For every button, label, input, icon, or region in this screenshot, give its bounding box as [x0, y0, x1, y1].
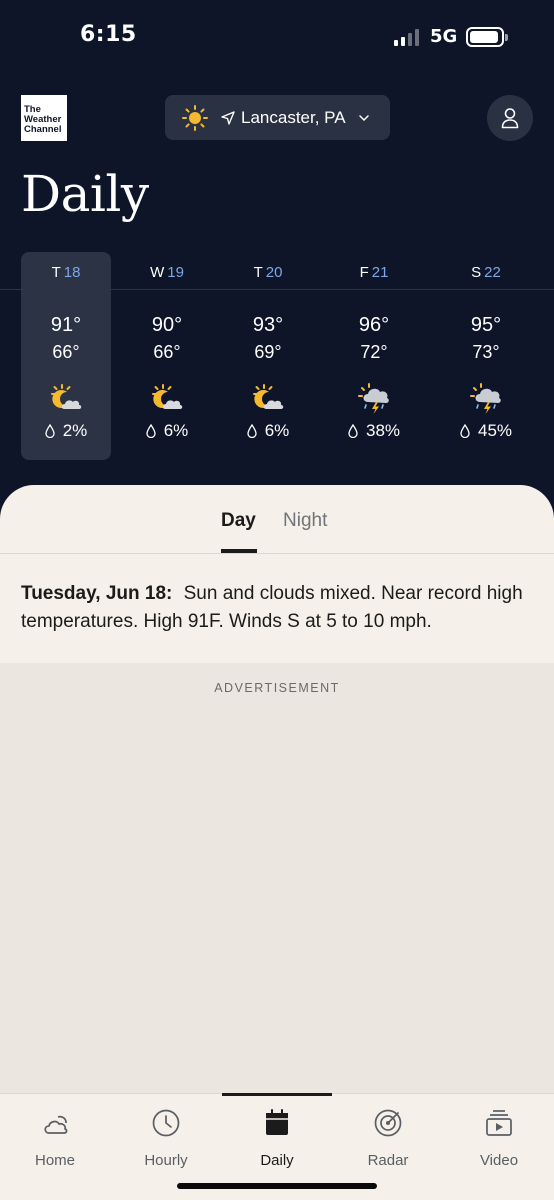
- high-temp: 90°: [151, 314, 183, 336]
- partly-cloudy-night-icon: [21, 382, 111, 416]
- detail-sheet: Day Night Tuesday, Jun 18: Sun and cloud…: [0, 485, 554, 663]
- ad-label: ADVERTISEMENT: [214, 681, 340, 695]
- status-bar: 6:15 5G: [0, 0, 554, 80]
- nav-video[interactable]: Video: [444, 1094, 554, 1184]
- calendar-icon: [222, 1108, 332, 1140]
- advertisement-area: ADVERTISEMENT: [0, 663, 554, 1093]
- nav-hourly[interactable]: Hourly: [111, 1094, 221, 1184]
- nav-home[interactable]: Home: [0, 1094, 110, 1184]
- raindrop-icon: [460, 424, 470, 438]
- high-temp: 93°: [252, 314, 284, 336]
- low-temp: 66°: [52, 342, 80, 362]
- network-type: 5G: [430, 26, 458, 47]
- location-arrow-icon: [221, 110, 235, 125]
- forecast-date: Tuesday, Jun 18:: [21, 583, 173, 604]
- user-icon: [501, 108, 519, 129]
- tab-night[interactable]: Night: [283, 510, 327, 532]
- cloud-moon-icon: [0, 1108, 110, 1140]
- high-temp: 95°: [470, 314, 502, 336]
- day-label: T 18: [51, 264, 81, 281]
- high-temp: 96°: [358, 314, 390, 336]
- location-name: Lancaster, PA: [241, 107, 346, 127]
- profile-button[interactable]: [487, 95, 533, 141]
- daily-strip: T 18 91° 66° 2% W 19 90° 66° 6% T 20 93°…: [0, 252, 554, 460]
- weather-channel-logo[interactable]: The Weather Channel: [21, 95, 67, 141]
- tab-day[interactable]: Day: [221, 510, 256, 532]
- thunderstorm-icon: [329, 382, 419, 416]
- day-label: F 21: [359, 264, 389, 281]
- nav-label: Daily: [260, 1152, 294, 1169]
- nav-label: Radar: [367, 1152, 409, 1169]
- home-indicator: [177, 1183, 377, 1189]
- day-column[interactable]: S 22 95° 73° 45%: [441, 252, 531, 460]
- nav-label: Home: [34, 1152, 75, 1169]
- raindrop-icon: [146, 424, 156, 438]
- raindrop-icon: [45, 424, 55, 438]
- day-label: W 19: [150, 264, 184, 281]
- page-title: Daily: [21, 165, 149, 223]
- precip-chance: 2%: [21, 421, 111, 441]
- status-time: 6:15: [80, 22, 137, 47]
- signal-icon: [394, 28, 419, 46]
- sun-icon: [182, 104, 208, 131]
- partly-cloudy-night-icon: [122, 382, 212, 416]
- high-temp: 91°: [50, 314, 82, 336]
- precip-chance: 6%: [122, 421, 212, 441]
- day-column[interactable]: W 19 90° 66° 6%: [122, 252, 212, 460]
- precip-chance: 38%: [329, 421, 419, 441]
- day-night-tabs: Day Night: [0, 485, 554, 554]
- forecast-narrative: Tuesday, Jun 18: Sun and clouds mixed. N…: [21, 580, 536, 636]
- day-label: S 22: [471, 264, 501, 281]
- nav-label: Video: [479, 1152, 519, 1169]
- low-temp: 73°: [472, 342, 500, 362]
- low-temp: 66°: [153, 342, 181, 362]
- nav-label: Hourly: [144, 1152, 188, 1169]
- chevron-down-icon: [358, 114, 369, 121]
- video-icon: [444, 1108, 554, 1140]
- partly-cloudy-night-icon: [223, 382, 313, 416]
- low-temp: 69°: [254, 342, 282, 362]
- day-column[interactable]: T 20 93° 69° 6%: [223, 252, 313, 460]
- precip-chance: 6%: [223, 421, 313, 441]
- thunderstorm-icon: [441, 382, 531, 416]
- nav-radar[interactable]: Radar: [333, 1094, 443, 1184]
- nav-daily[interactable]: Daily: [222, 1093, 332, 1184]
- battery-icon: [466, 27, 508, 47]
- clock-icon: [111, 1108, 221, 1140]
- raindrop-icon: [348, 424, 358, 438]
- radar-icon: [333, 1108, 443, 1140]
- day-column[interactable]: F 21 96° 72° 38%: [329, 252, 419, 460]
- raindrop-icon: [247, 424, 257, 438]
- low-temp: 72°: [360, 342, 388, 362]
- day-column[interactable]: T 18 91° 66° 2%: [21, 252, 111, 460]
- tab-indicator: [221, 549, 257, 553]
- day-label: T 20: [253, 264, 283, 281]
- precip-chance: 45%: [441, 421, 531, 441]
- location-selector[interactable]: Lancaster, PA: [165, 95, 390, 140]
